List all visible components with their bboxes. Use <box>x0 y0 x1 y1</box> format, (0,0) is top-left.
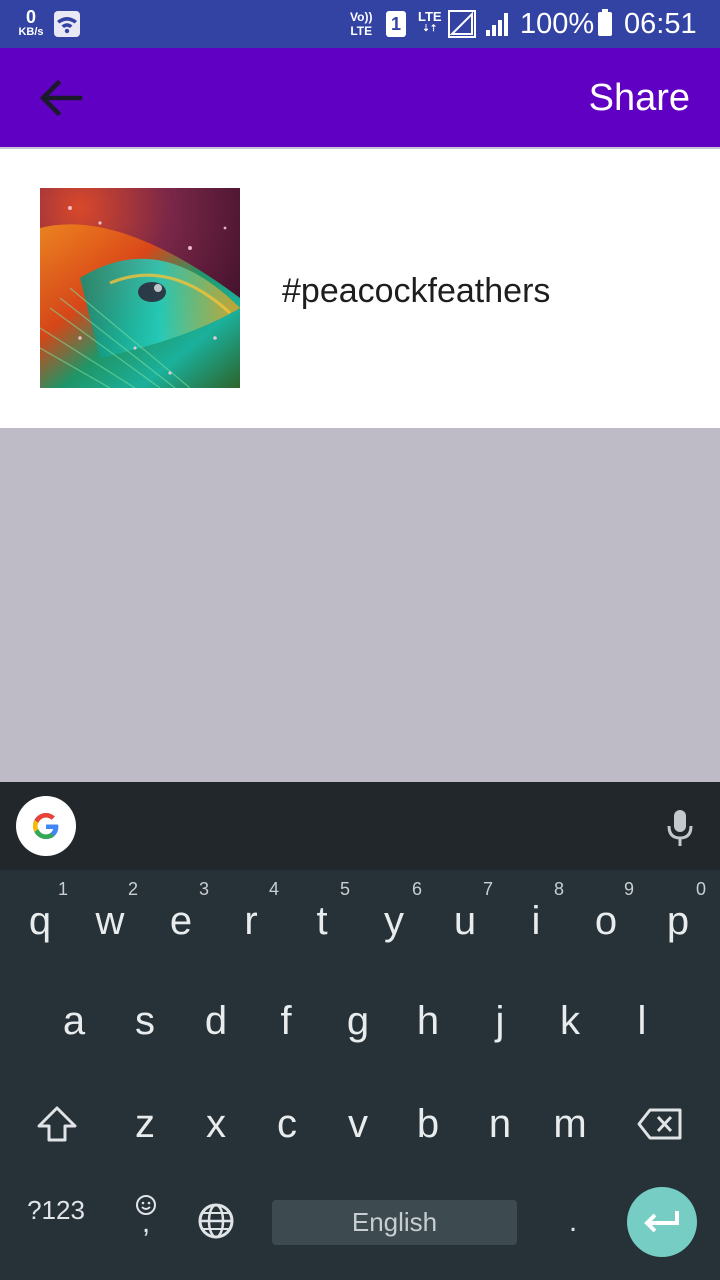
key-i[interactable]: i8 <box>506 879 566 945</box>
emoji-comma-key[interactable]: , <box>126 1193 166 1245</box>
key-u[interactable]: u7 <box>435 879 495 945</box>
microphone-icon <box>667 810 693 846</box>
battery-icon <box>598 9 612 36</box>
key-label: o <box>594 899 618 943</box>
key-f[interactable]: f <box>256 997 316 1045</box>
key-hint: 5 <box>339 879 350 899</box>
key-hint: 1 <box>57 879 68 899</box>
key-g[interactable]: g <box>328 997 388 1045</box>
backspace-key[interactable] <box>632 1104 688 1155</box>
post-preview-card: #peacockfeathers <box>0 147 720 428</box>
key-hint: 9 <box>623 879 634 899</box>
enter-key[interactable] <box>627 1187 697 1257</box>
key-w[interactable]: w2 <box>80 879 140 945</box>
key-q[interactable]: q1 <box>10 879 70 945</box>
key-label: p <box>666 899 690 943</box>
wifi-icon <box>54 11 80 37</box>
key-label: q <box>28 899 52 943</box>
symbols-key[interactable]: ?123 <box>6 1195 106 1225</box>
signal-sim2-icon <box>486 13 508 36</box>
comma-label: , <box>141 1206 151 1239</box>
key-label: r <box>244 899 258 943</box>
key-h[interactable]: h <box>398 997 458 1045</box>
key-label: w <box>95 899 125 943</box>
key-x[interactable]: x <box>186 1100 246 1148</box>
lte-label: LTE <box>418 9 442 24</box>
key-a[interactable]: a <box>44 997 104 1045</box>
key-k[interactable]: k <box>540 997 600 1045</box>
google-search-button[interactable] <box>16 796 76 856</box>
signal-sim1-icon <box>448 10 476 38</box>
sim-slot-icon: 1 <box>386 11 406 37</box>
key-label: e <box>169 899 193 943</box>
key-s[interactable]: s <box>115 997 175 1045</box>
volte-top-label: Vo)) <box>350 10 373 24</box>
key-y[interactable]: y6 <box>364 879 424 945</box>
key-b[interactable]: b <box>398 1100 458 1148</box>
key-l[interactable]: l <box>612 997 672 1045</box>
app-bar: Share <box>0 48 720 147</box>
arrow-back-icon <box>39 79 83 117</box>
key-hint: 6 <box>411 879 422 899</box>
key-p[interactable]: p0 <box>648 879 708 945</box>
peacock-feather-image <box>40 188 240 388</box>
volte-bottom-label: LTE <box>350 24 373 38</box>
backspace-icon <box>637 1108 682 1140</box>
key-label: t <box>316 899 328 943</box>
voice-input-button[interactable] <box>664 808 696 848</box>
key-hint: 7 <box>482 879 493 899</box>
globe-icon <box>198 1203 234 1239</box>
period-key[interactable]: . <box>556 1205 590 1239</box>
network-speed-unit: KB/s <box>18 26 44 38</box>
key-e[interactable]: e3 <box>151 879 211 945</box>
key-hint: 3 <box>198 879 209 899</box>
keyboard-toolbar <box>0 782 720 870</box>
key-hint: 8 <box>553 879 564 899</box>
key-label: i <box>531 899 541 943</box>
key-v[interactable]: v <box>328 1100 388 1148</box>
key-label: u <box>453 899 477 943</box>
key-m[interactable]: m <box>540 1100 600 1148</box>
network-speed-value: 0 <box>25 7 36 27</box>
network-speed: 0 KB/s <box>16 8 46 38</box>
share-button[interactable]: Share <box>589 76 690 120</box>
clock: 06:51 <box>624 8 697 40</box>
key-d[interactable]: d <box>186 997 246 1045</box>
shift-key[interactable] <box>27 1104 87 1155</box>
shift-icon <box>37 1106 77 1142</box>
key-hint: 4 <box>268 879 279 899</box>
key-n[interactable]: n <box>470 1100 530 1148</box>
volte-indicator: Vo)) LTE <box>350 10 372 38</box>
key-c[interactable]: c <box>257 1100 317 1148</box>
post-caption: #peacockfeathers <box>282 272 551 310</box>
back-button[interactable] <box>32 74 88 122</box>
spacebar[interactable]: English <box>272 1200 517 1245</box>
status-bar: 0 KB/s Vo)) LTE 1 LTE ⇣⇡ 100% 06:51 <box>0 0 720 48</box>
post-thumbnail <box>40 188 240 388</box>
key-t[interactable]: t5 <box>292 879 352 945</box>
key-j[interactable]: j <box>470 997 530 1045</box>
data-arrows-icon: ⇣⇡ <box>422 23 438 33</box>
key-label: y <box>384 899 404 943</box>
key-hint: 2 <box>127 879 138 899</box>
language-switch-key[interactable] <box>196 1202 236 1242</box>
enter-arrow-icon <box>644 1211 679 1233</box>
lte-indicator: LTE ⇣⇡ <box>418 10 442 33</box>
battery-percent: 100% <box>520 8 595 40</box>
soft-keyboard: q1w2e3r4t5y6u7i8o9p0 asdfghjkl zxcvbnm ?… <box>0 782 720 1280</box>
key-r[interactable]: r4 <box>221 879 281 945</box>
key-z[interactable]: z <box>115 1100 175 1148</box>
key-hint: 0 <box>695 879 706 899</box>
key-o[interactable]: o9 <box>576 879 636 945</box>
google-g-icon <box>33 813 59 839</box>
